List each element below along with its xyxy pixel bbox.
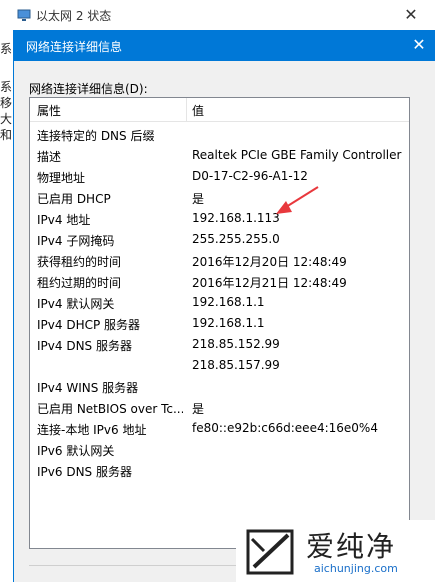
close-icon[interactable]: ✕ — [407, 33, 431, 57]
background-text-fragment: 和 — [0, 128, 13, 142]
property-cell: 描述 — [37, 150, 62, 164]
value-cell: 2016年12月21日 12:48:49 — [192, 276, 347, 290]
table-row[interactable]: IPv4 子网掩码 255.255.255.0 — [30, 229, 409, 250]
background-window-titlebar: 以太网 2 状态 ✕ — [0, 0, 435, 31]
property-cell: 物理地址 — [37, 171, 86, 185]
watermark-name: 爱纯净 — [306, 530, 397, 563]
list-header: 属性 值 — [30, 98, 409, 122]
value-cell: 192.168.1.1 — [192, 316, 265, 330]
property-cell: IPv4 WINS 服务器 — [37, 381, 139, 395]
value-cell: 是 — [192, 402, 205, 416]
table-row[interactable]: 已启用 DHCP 是 — [30, 187, 409, 208]
table-row[interactable]: IPv4 默认网关 192.168.1.1 — [30, 292, 409, 313]
table-row[interactable]: IPv4 DHCP 服务器 192.168.1.1 — [30, 313, 409, 334]
property-cell: 已启用 NetBIOS over Tc... — [37, 402, 183, 416]
table-row[interactable]: 获得租约的时间 2016年12月20日 12:48:49 — [30, 250, 409, 271]
background-close-icon[interactable]: ✕ — [400, 4, 422, 26]
background-text-fragment: 系 — [0, 80, 13, 94]
watermark: 爱纯净 aichunjing.com — [236, 520, 435, 582]
table-row[interactable]: IPv4 地址 192.168.1.113 — [30, 208, 409, 229]
property-cell: IPv6 默认网关 — [37, 444, 115, 458]
property-cell: IPv4 默认网关 — [37, 297, 115, 311]
table-row[interactable]: 已启用 NetBIOS over Tc... 是 — [30, 397, 409, 418]
background-window-body: 系 系 移 大 和 — [0, 30, 14, 582]
table-row[interactable]: 连接-本地 IPv6 地址 fe80::e92b:c66d:eee4:16e0%4 — [30, 418, 409, 439]
table-row[interactable]: IPv6 默认网关 — [30, 439, 409, 460]
details-list[interactable]: 属性 值 连接特定的 DNS 后缀 描述 Realtek PCIe GBE Fami… — [29, 97, 410, 549]
property-cell: 已启用 DHCP — [37, 192, 111, 206]
value-cell: 192.168.1.1 — [192, 295, 265, 309]
property-cell: IPv6 DNS 服务器 — [37, 465, 132, 479]
property-cell: 连接特定的 DNS 后缀 — [37, 129, 155, 143]
property-cell: 连接-本地 IPv6 地址 — [37, 423, 147, 437]
value-cell: 255.255.255.0 — [192, 232, 280, 246]
value-cell: 是 — [192, 192, 205, 206]
property-cell: IPv4 地址 — [37, 213, 91, 227]
table-row[interactable]: IPv4 DNS 服务器 218.85.152.99 — [30, 334, 409, 355]
column-header-property[interactable]: 属性 — [37, 102, 61, 119]
table-row[interactable]: 描述 Realtek PCIe GBE Family Controller — [30, 145, 409, 166]
table-row[interactable]: 租约过期的时间 2016年12月21日 12:48:49 — [30, 271, 409, 292]
table-row[interactable]: IPv4 WINS 服务器 — [30, 376, 409, 397]
table-row[interactable]: 物理地址 D0-17-C2-96-A1-12 — [30, 166, 409, 187]
property-cell: IPv4 子网掩码 — [37, 234, 115, 248]
property-cell: IPv4 DHCP 服务器 — [37, 318, 141, 332]
value-cell: 218.85.152.99 — [192, 337, 280, 351]
property-cell: 租约过期的时间 — [37, 276, 122, 290]
dialog-title: 网络连接详细信息 — [26, 40, 123, 54]
watermark-url: aichunjing.com — [314, 562, 398, 575]
value-cell: 218.85.157.99 — [192, 358, 280, 372]
table-row[interactable]: 连接特定的 DNS 后缀 — [30, 124, 409, 145]
details-list-label: 网络连接详细信息(D): — [29, 82, 148, 96]
background-text-fragment: 大 — [0, 112, 13, 126]
value-cell: 192.168.1.113 — [192, 211, 280, 225]
watermark-logo-icon — [246, 529, 294, 575]
column-separator[interactable] — [186, 98, 187, 121]
value-cell: 2016年12月20日 12:48:49 — [192, 255, 347, 269]
value-cell: fe80::e92b:c66d:eee4:16e0%4 — [192, 421, 378, 435]
background-window-title: 以太网 2 状态 — [36, 9, 112, 23]
table-row[interactable]: IPv6 DNS 服务器 — [30, 460, 409, 481]
column-header-value[interactable]: 值 — [192, 102, 204, 119]
value-cell: D0-17-C2-96-A1-12 — [192, 169, 308, 183]
network-details-dialog: 网络连接详细信息 ✕ 网络连接详细信息(D): 属性 值 连接特定的 DNS 后… — [13, 30, 435, 582]
network-icon — [17, 9, 31, 21]
background-text-fragment: 系 — [0, 42, 13, 56]
table-row[interactable]: 218.85.157.99 — [30, 355, 409, 376]
background-text-fragment: 移 — [0, 96, 13, 110]
red-arrow-annotation — [276, 186, 319, 214]
property-cell: 获得租约的时间 — [37, 255, 122, 269]
property-cell: IPv4 DNS 服务器 — [37, 339, 132, 353]
dialog-titlebar[interactable]: 网络连接详细信息 ✕ — [14, 30, 435, 61]
value-cell: Realtek PCIe GBE Family Controller — [192, 148, 402, 162]
list-rows: 连接特定的 DNS 后缀 描述 Realtek PCIe GBE Family Co… — [30, 124, 409, 481]
